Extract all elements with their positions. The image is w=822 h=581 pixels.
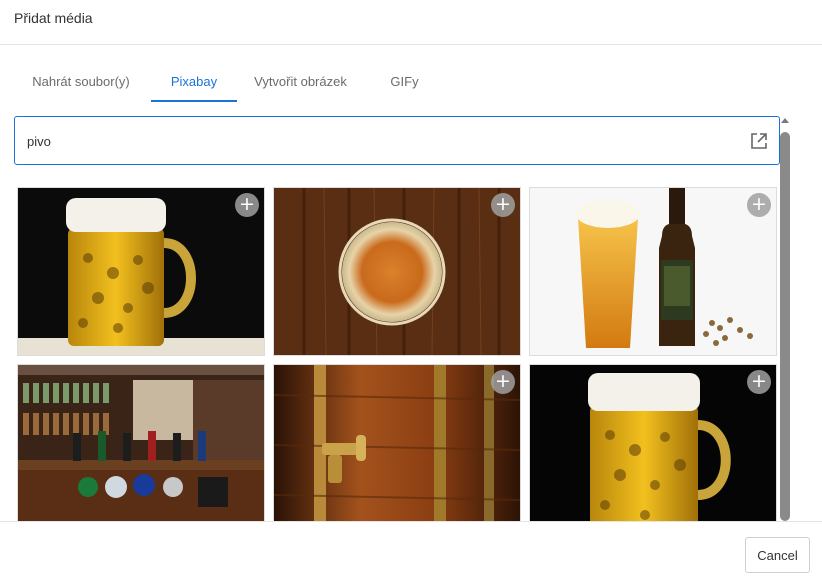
tab-upload-files[interactable]: Nahrát soubor(y)	[20, 62, 142, 102]
dialog-footer: Cancel	[0, 521, 822, 581]
gallery-item[interactable]	[17, 364, 265, 521]
beer-top-view-image	[274, 188, 520, 355]
tab-gifs[interactable]: GIFy	[365, 62, 444, 102]
beer-glass-bottle-image	[530, 188, 776, 355]
search-box	[14, 116, 780, 165]
gallery-item[interactable]: +	[273, 187, 521, 356]
beer-mug-image	[530, 365, 776, 521]
tab-create-image[interactable]: Vytvořit obrázek	[248, 62, 353, 102]
scrollbar-thumb[interactable]	[780, 132, 790, 521]
gallery-item[interactable]: +	[529, 187, 777, 356]
scrollbar[interactable]	[780, 118, 792, 521]
plus-icon[interactable]: +	[235, 193, 259, 217]
plus-icon[interactable]: +	[491, 370, 515, 394]
cancel-button[interactable]: Cancel	[745, 537, 810, 573]
tab-bar: Nahrát soubor(y) Pixabay Vytvořit obráze…	[20, 62, 444, 102]
add-media-dialog: Přidat média Nahrát soubor(y) Pixabay Vy…	[0, 0, 822, 581]
gallery-item[interactable]: +	[529, 364, 777, 521]
plus-icon[interactable]: +	[491, 193, 515, 217]
plus-icon[interactable]: +	[747, 193, 771, 217]
bar-counter-image	[18, 365, 264, 521]
plus-icon[interactable]: +	[747, 370, 771, 394]
image-gallery: + + + + +	[17, 187, 777, 521]
search-input[interactable]	[27, 129, 727, 153]
gallery-item[interactable]: +	[17, 187, 265, 356]
beer-mug-image	[18, 188, 264, 355]
external-link-icon[interactable]	[749, 131, 769, 151]
dialog-header: Přidat média	[0, 0, 822, 45]
dialog-title: Přidat média	[14, 10, 93, 26]
gallery-item[interactable]: +	[273, 364, 521, 521]
wooden-barrel-image	[274, 365, 520, 521]
tab-pixabay[interactable]: Pixabay	[151, 62, 237, 102]
scroll-up-arrow-icon[interactable]	[781, 118, 789, 123]
